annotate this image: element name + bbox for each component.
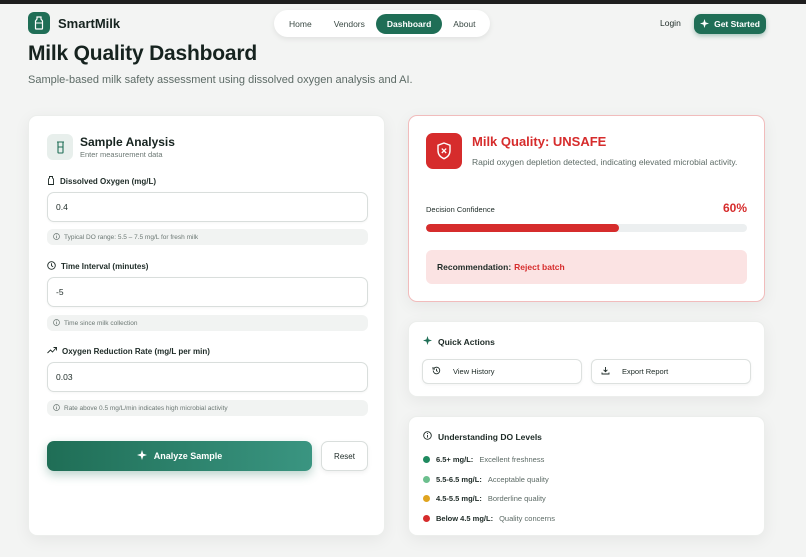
get-started-button[interactable]: Get Started bbox=[694, 14, 766, 34]
do-level-item: 5.5-6.5 mg/L: Acceptable quality bbox=[423, 475, 549, 484]
sparkle-icon bbox=[700, 18, 710, 30]
quick-actions-heading: Quick Actions bbox=[423, 336, 495, 347]
clock-icon bbox=[47, 261, 56, 272]
do-level-item: 4.5-5.5 mg/L: Borderline quality bbox=[423, 494, 546, 503]
sparkle-icon bbox=[136, 450, 147, 462]
trend-up-icon bbox=[47, 346, 57, 356]
status-dot bbox=[423, 515, 430, 522]
nav-home[interactable]: Home bbox=[278, 14, 323, 34]
sparkle-icon bbox=[423, 336, 432, 347]
analyze-sample-label: Analyze Sample bbox=[153, 451, 223, 461]
do-level-item: 6.5+ mg/L: Excellent freshness bbox=[423, 455, 544, 464]
brand[interactable]: SmartMilk bbox=[28, 12, 120, 34]
history-icon bbox=[432, 366, 441, 377]
confidence-value: 60% bbox=[722, 201, 747, 215]
quick-actions-card: Quick Actions View History Export Report bbox=[408, 321, 765, 397]
oxygen-reduction-input[interactable]: 0.03 bbox=[47, 362, 368, 392]
analyze-sample-button[interactable]: Analyze Sample bbox=[47, 441, 312, 471]
dissolved-oxygen-input[interactable]: 0.4 bbox=[47, 192, 368, 222]
recommendation-value: Reject batch bbox=[514, 262, 565, 272]
milk-bottle-icon bbox=[28, 12, 50, 34]
export-report-button[interactable]: Export Report bbox=[591, 359, 751, 384]
bottle-icon bbox=[47, 176, 55, 187]
recommendation-label: Recommendation: bbox=[437, 262, 512, 272]
do-levels-heading: Understanding DO Levels bbox=[423, 431, 542, 442]
page-title: Milk Quality Dashboard bbox=[28, 42, 257, 65]
time-interval-hint: Time since milk collection bbox=[47, 315, 368, 331]
oxygen-reduction-label: Oxygen Reduction Rate (mg/L per min) bbox=[47, 346, 210, 356]
status-dot bbox=[423, 456, 430, 463]
dissolved-oxygen-hint: Typical DO range: 5.5 – 7.5 mg/L for fre… bbox=[47, 229, 368, 245]
page-subtitle: Sample-based milk safety assessment usin… bbox=[28, 74, 413, 86]
reset-button[interactable]: Reset bbox=[321, 441, 368, 471]
nav-about[interactable]: About bbox=[442, 14, 486, 34]
info-icon bbox=[53, 403, 60, 413]
confidence-label: Decision Confidence bbox=[426, 205, 495, 214]
confidence-bar bbox=[426, 224, 747, 232]
sample-analysis-title: Sample Analysis bbox=[80, 135, 175, 149]
time-interval-label: Time Interval (minutes) bbox=[47, 261, 148, 272]
quality-status-description: Rapid oxygen depletion detected, indicat… bbox=[472, 157, 738, 167]
download-icon bbox=[601, 366, 610, 377]
info-icon bbox=[423, 431, 432, 442]
info-icon bbox=[53, 318, 60, 328]
nav-dashboard[interactable]: Dashboard bbox=[375, 13, 443, 34]
status-dot bbox=[423, 495, 430, 502]
shield-alert-icon bbox=[426, 133, 462, 169]
beaker-icon bbox=[47, 134, 73, 160]
do-levels-card: Understanding DO Levels 6.5+ mg/L: Excel… bbox=[408, 416, 765, 536]
view-history-button[interactable]: View History bbox=[422, 359, 582, 384]
recommendation-box: Recommendation: Reject batch bbox=[426, 250, 747, 284]
status-dot bbox=[423, 476, 430, 483]
confidence-bar-fill bbox=[426, 224, 619, 232]
header: SmartMilk Home Vendors Dashboard About L… bbox=[0, 4, 806, 44]
nav-vendors[interactable]: Vendors bbox=[323, 14, 376, 34]
get-started-label: Get Started bbox=[714, 19, 760, 29]
app-name: SmartMilk bbox=[58, 15, 121, 31]
quality-status-title: Milk Quality: UNSAFE bbox=[472, 134, 607, 149]
time-interval-input[interactable]: -5 bbox=[47, 277, 368, 307]
main-nav: Home Vendors Dashboard About bbox=[274, 10, 490, 37]
info-icon bbox=[53, 232, 60, 242]
dissolved-oxygen-label: Dissolved Oxygen (mg/L) bbox=[47, 176, 156, 187]
quality-result-card: Milk Quality: UNSAFE Rapid oxygen deplet… bbox=[408, 115, 765, 302]
oxygen-reduction-hint: Rate above 0.5 mg/L/min indicates high m… bbox=[47, 400, 368, 416]
sample-analysis-card: Sample Analysis Enter measurement data D… bbox=[28, 115, 385, 536]
sample-analysis-subtitle: Enter measurement data bbox=[80, 150, 163, 159]
do-level-item: Below 4.5 mg/L: Quality concerns bbox=[423, 514, 555, 523]
login-link[interactable]: Login bbox=[660, 18, 681, 28]
